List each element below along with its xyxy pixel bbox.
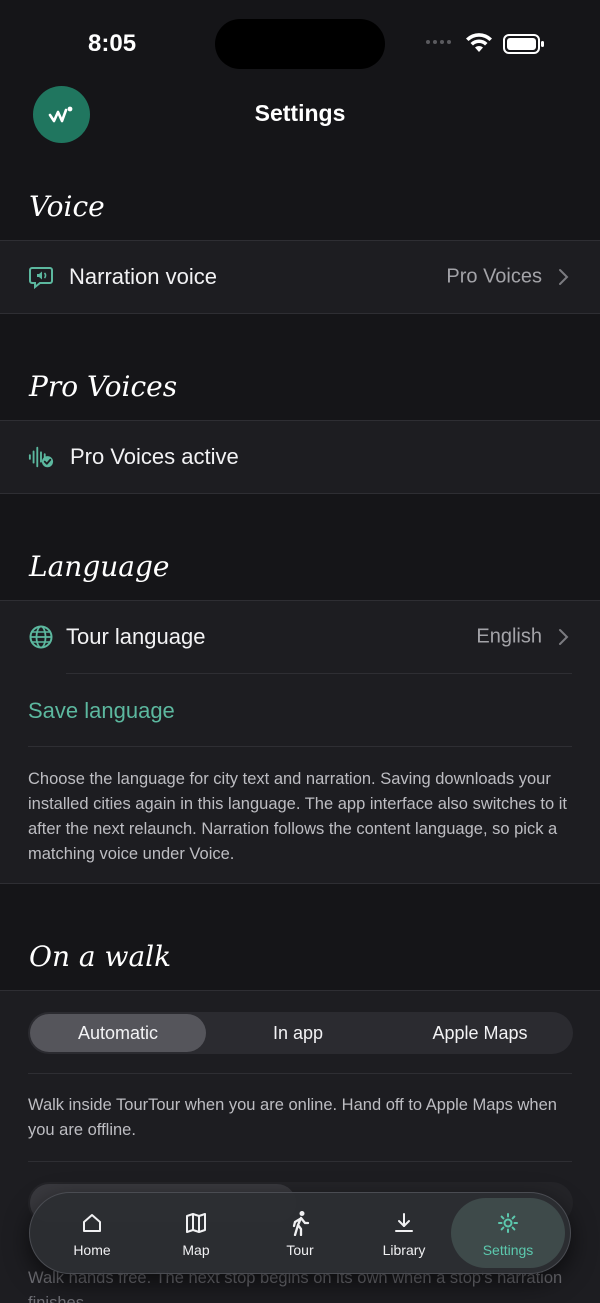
home-icon [79,1210,105,1236]
pro-voices-group: Pro Voices active [0,420,600,494]
tab-label: Home [73,1242,111,1258]
status-time: 8:05 [88,30,137,57]
battery-icon [503,34,544,54]
tab-map[interactable]: Map [144,1193,248,1275]
map-icon [183,1210,209,1236]
tour-language-row[interactable]: Tour language English [0,601,600,673]
tab-label: Settings [482,1242,534,1258]
walk-mode-segmented-control: Automatic In app Apple Maps [28,1012,573,1054]
waveform-check-icon [28,444,54,470]
divider [28,1073,572,1074]
tab-label: Map [182,1242,210,1258]
divider [28,746,572,747]
walk-mode-description: Walk inside TourTour when you are online… [28,1096,557,1139]
on-a-walk-heading: On a walk [29,940,172,973]
speech-bubble-icon [28,264,54,290]
divider [28,1161,572,1162]
narration-voice-value: Pro Voices [446,265,542,288]
tab-label: Tour [286,1242,314,1258]
segment-apple-maps[interactable]: Apple Maps [390,1012,570,1054]
wifi-icon [466,33,492,52]
tour-language-label: Tour language [66,624,206,649]
tab-library[interactable]: Library [352,1193,456,1275]
segment-in-app[interactable]: In app [210,1012,386,1054]
download-icon [391,1210,417,1236]
status-bar: 8:05 [0,0,600,90]
narration-voice-label: Narration voice [69,264,217,289]
language-group: Tour language English Save language Choo… [0,600,600,884]
chevron-right-icon [559,269,569,285]
tab-settings[interactable]: Settings [456,1193,560,1275]
cellular-signal-icon [426,40,451,44]
header: Settings [0,86,600,146]
divider [66,673,572,674]
walking-icon [287,1210,313,1236]
globe-icon [28,624,54,650]
save-language-button[interactable]: Save language [28,698,175,724]
page-title: Settings [254,100,346,126]
tab-label: Library [382,1242,426,1258]
language-heading: Language [29,550,170,583]
pro-voices-active-row: Pro Voices active [0,421,600,493]
tab-bar: Home Map Tour Library Settings [29,1192,571,1274]
language-description: Choose the language for city text and na… [28,770,568,863]
tour-language-value: English [476,625,542,648]
chevron-right-icon [559,629,569,645]
tab-home[interactable]: Home [40,1193,144,1275]
dynamic-island [215,19,385,69]
pro-voices-active-label: Pro Voices active [70,444,239,469]
voice-group: Narration voice Pro Voices [0,240,600,314]
tab-tour[interactable]: Tour [248,1193,352,1275]
gear-icon [495,1210,521,1236]
narration-voice-row[interactable]: Narration voice Pro Voices [0,241,600,313]
segment-automatic[interactable]: Automatic [30,1014,206,1052]
voice-heading: Voice [29,190,105,223]
pro-voices-heading: Pro Voices [29,370,178,403]
